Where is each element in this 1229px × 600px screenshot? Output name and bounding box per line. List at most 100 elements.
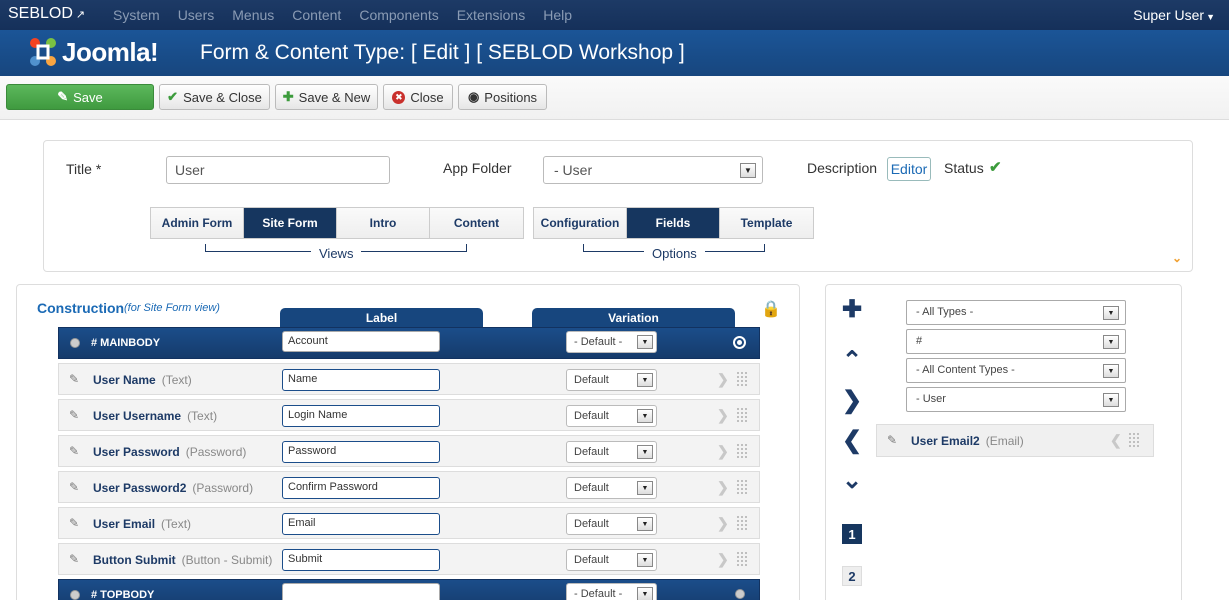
tab-content[interactable]: Content xyxy=(430,208,523,238)
content-types-filter-select[interactable]: - All Content Types - ▼ xyxy=(906,358,1126,383)
field-row[interactable]: ✎ Button Submit (Button - Submit) Submit … xyxy=(58,543,760,575)
chevron-down-icon[interactable]: ⌄ xyxy=(842,469,862,493)
tab-site-form[interactable]: Site Form xyxy=(244,208,337,238)
drag-handle-icon[interactable] xyxy=(1128,432,1140,448)
section-title: # TOPBODY xyxy=(91,589,155,600)
menu-content[interactable]: Content xyxy=(292,7,341,23)
description-label: Description xyxy=(807,160,878,176)
move-right-icon[interactable]: ❯ xyxy=(717,515,729,532)
construction-panel: Construction (for Site Form view) Label … xyxy=(16,284,800,600)
field-label-input[interactable]: Login Name xyxy=(282,405,440,427)
lock-icon[interactable]: 🔒 xyxy=(761,299,781,319)
menu-help[interactable]: Help xyxy=(543,7,572,23)
tab-intro[interactable]: Intro xyxy=(337,208,430,238)
pencil-icon[interactable]: ✎ xyxy=(69,552,79,566)
tab-admin-form[interactable]: Admin Form xyxy=(151,208,244,238)
chevron-up-icon[interactable]: ⌃ xyxy=(842,349,862,373)
drag-handle-icon[interactable] xyxy=(736,371,748,387)
options-label: Options xyxy=(644,246,705,261)
views-tabs: Admin Form Site Form Intro Content xyxy=(150,207,524,239)
drag-handle-icon[interactable] xyxy=(736,443,748,459)
section-variation-select[interactable]: - Default - ▼ xyxy=(566,583,657,600)
field-row[interactable]: ✎ User Password2 (Password) Confirm Passw… xyxy=(58,471,760,503)
editor-button[interactable]: Editor xyxy=(887,157,931,181)
menu-components[interactable]: Components xyxy=(359,7,438,23)
pencil-icon[interactable]: ✎ xyxy=(69,408,79,422)
plus-icon[interactable]: ✚ xyxy=(842,298,862,322)
drag-handle-icon[interactable] xyxy=(736,515,748,531)
expand-chevron-icon[interactable]: ⌄ xyxy=(1172,251,1182,265)
field-label-input[interactable]: Submit xyxy=(282,549,440,571)
dropdown-arrow-icon: ▼ xyxy=(1103,364,1119,378)
user-menu[interactable]: Super User ▼ xyxy=(1133,7,1215,23)
page-2-button[interactable]: 2 xyxy=(842,566,862,586)
field-name: User Username xyxy=(93,409,182,423)
title-input[interactable]: User xyxy=(166,156,390,184)
section-label-input[interactable] xyxy=(282,583,440,600)
pencil-icon[interactable]: ✎ xyxy=(69,372,79,386)
move-right-icon[interactable]: ❯ xyxy=(717,371,729,388)
section-variation-select[interactable]: - Default - ▼ xyxy=(566,331,657,353)
menu-extensions[interactable]: Extensions xyxy=(457,7,525,23)
chevron-left-icon[interactable]: ❮ xyxy=(842,429,862,453)
folder-filter-select[interactable]: - User ▼ xyxy=(906,387,1126,412)
section-label-input[interactable]: Account xyxy=(282,331,440,352)
tab-fields[interactable]: Fields xyxy=(627,208,720,238)
field-variation-select[interactable]: Default ▼ xyxy=(566,441,657,463)
move-right-icon[interactable]: ❯ xyxy=(717,479,729,496)
drag-handle-icon[interactable] xyxy=(736,479,748,495)
positions-button[interactable]: ◉ Positions xyxy=(458,84,547,110)
brand-link[interactable]: SEBLOD ↗ xyxy=(8,5,85,23)
types-filter-select[interactable]: - All Types - ▼ xyxy=(906,300,1126,325)
dropdown-arrow-icon: ▼ xyxy=(637,335,653,349)
search-filter-select[interactable]: # ▼ xyxy=(906,329,1126,354)
section-radio[interactable] xyxy=(70,338,80,348)
field-row[interactable]: ✎ User Username (Text) Login Name Default… xyxy=(58,399,760,431)
dropdown-arrow-icon: ▼ xyxy=(637,517,653,531)
field-label-input[interactable]: Password xyxy=(282,441,440,463)
chevron-right-icon[interactable]: ❯ xyxy=(842,389,862,413)
save-new-button[interactable]: ✚ Save & New xyxy=(275,84,378,110)
section-target-radio[interactable] xyxy=(735,589,745,599)
menu-system[interactable]: System xyxy=(113,7,160,23)
status-check-icon[interactable]: ✔ xyxy=(989,158,1002,176)
options-tabs: Configuration Fields Template xyxy=(533,207,814,239)
drag-handle-icon[interactable] xyxy=(736,551,748,567)
target-icon[interactable] xyxy=(733,336,746,349)
field-variation-select[interactable]: Default ▼ xyxy=(566,549,657,571)
field-variation-select[interactable]: Default ▼ xyxy=(566,405,657,427)
menu-users[interactable]: Users xyxy=(178,7,215,23)
field-label-input[interactable]: Confirm Password xyxy=(282,477,440,499)
pencil-icon[interactable]: ✎ xyxy=(69,480,79,494)
field-variation-select[interactable]: Default ▼ xyxy=(566,369,657,391)
caret-down-icon: ▼ xyxy=(1206,12,1215,22)
move-left-icon[interactable]: ❮ xyxy=(1110,432,1122,449)
move-right-icon[interactable]: ❯ xyxy=(717,443,729,460)
save-button[interactable]: ✎ Save xyxy=(6,84,154,110)
tab-configuration[interactable]: Configuration xyxy=(534,208,627,238)
app-folder-select[interactable]: - User ▼ xyxy=(543,156,763,184)
field-row[interactable]: ✎ User Password (Password) Password Defau… xyxy=(58,435,760,467)
section-radio[interactable] xyxy=(70,590,80,600)
field-label-input[interactable]: Name xyxy=(282,369,440,391)
pencil-icon[interactable]: ✎ xyxy=(69,516,79,530)
move-right-icon[interactable]: ❯ xyxy=(717,551,729,568)
save-close-button[interactable]: ✔ Save & Close xyxy=(159,84,270,110)
field-label-input[interactable]: Email xyxy=(282,513,440,535)
menu-menus[interactable]: Menus xyxy=(232,7,274,23)
title-label: Title * xyxy=(66,161,102,177)
field-row[interactable]: ✎ User Name (Text) Name Default ▼ ❯ xyxy=(58,363,760,395)
field-type: (Text) xyxy=(161,373,192,387)
move-right-icon[interactable]: ❯ xyxy=(717,407,729,424)
pencil-icon[interactable]: ✎ xyxy=(69,444,79,458)
page-1-button[interactable]: 1 xyxy=(842,524,862,544)
available-field-item[interactable]: ✎ User Email2 (Email) ❮ xyxy=(876,424,1154,457)
close-button[interactable]: ✖ Close xyxy=(383,84,453,110)
pencil-icon[interactable]: ✎ xyxy=(887,433,897,447)
field-row[interactable]: ✎ User Email (Text) Email Default ▼ ❯ xyxy=(58,507,760,539)
drag-handle-icon[interactable] xyxy=(736,407,748,423)
field-name: User Name xyxy=(93,373,156,387)
tab-template[interactable]: Template xyxy=(720,208,813,238)
field-variation-select[interactable]: Default ▼ xyxy=(566,513,657,535)
field-variation-select[interactable]: Default ▼ xyxy=(566,477,657,499)
